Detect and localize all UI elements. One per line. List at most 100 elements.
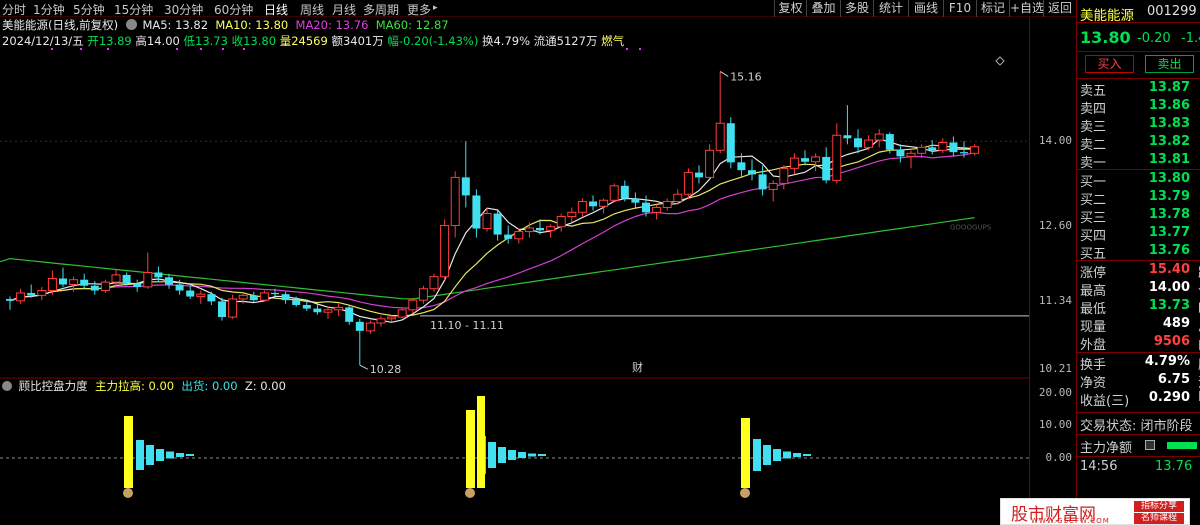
bid-value: 13.76 <box>1148 243 1190 258</box>
indicator-burst-1-out-bar <box>176 453 184 457</box>
indicator-header: 顾比控盘力度 主力拉高: 0.00 出货: 0.00 Z: 0.00 <box>2 379 286 393</box>
signal-dot <box>80 48 82 50</box>
candle-body <box>652 206 662 213</box>
bar-volume: 量24569 <box>279 34 328 48</box>
stat2-value: 6.75 <box>1157 372 1190 387</box>
stat2-value: 4.79% <box>1144 354 1190 369</box>
candle-body <box>536 227 544 231</box>
candle-body <box>748 170 756 175</box>
net-flow-label[interactable]: 主力净额 <box>1080 437 1132 456</box>
candle-body <box>376 318 386 324</box>
stat2-label: 净资 <box>1080 376 1107 391</box>
candle-body <box>334 306 344 311</box>
ask-value: 13.86 <box>1148 98 1190 113</box>
stat-value: 13.73 <box>1148 298 1190 313</box>
site-watermark: 股市财富网 指标分享 名师课程 WWW.GSCFW.COM <box>1000 498 1190 525</box>
kline-chart[interactable]: 15.16 10.28 11.10 - 11.11 财 GOOOGUPS <box>0 48 1029 525</box>
candle-body <box>196 293 206 298</box>
sell-button[interactable]: 卖出 <box>1145 55 1194 73</box>
candle-body <box>906 152 916 157</box>
toolbar-button-5[interactable]: F10 <box>943 0 976 17</box>
period-tab-5[interactable]: 60分钟 <box>214 1 253 18</box>
candle-body <box>620 185 629 199</box>
low-price-label: 10.28 <box>370 363 402 376</box>
stat-value: 489 <box>1162 316 1190 331</box>
ask-value: 13.83 <box>1148 116 1190 131</box>
toolbar-button-2[interactable]: 多股 <box>840 0 873 17</box>
signal-dot <box>107 48 109 50</box>
high-price-label: 15.16 <box>730 70 762 83</box>
period-tab-0[interactable]: 分时 <box>2 1 26 18</box>
candle-body <box>917 146 927 154</box>
bid-value: 13.79 <box>1148 189 1190 204</box>
candle-body <box>323 309 333 313</box>
settings-gear-icon[interactable] <box>125 19 137 30</box>
indicator-burst-2-main-bar-tall <box>477 396 485 488</box>
stat-row: 现量489总 <box>1080 316 1200 335</box>
stat-value: 9506 <box>1153 334 1190 349</box>
toolbar-button-0[interactable]: 复权 <box>774 0 806 17</box>
indicator-burst-1-out-bar <box>136 440 144 470</box>
period-tab-2[interactable]: 5分钟 <box>73 1 105 18</box>
bid-row: 买一 13.80 <box>1080 171 1200 190</box>
bid-label: 买三 <box>1080 211 1107 226</box>
candle-body <box>345 307 354 322</box>
period-tab-6[interactable]: 日线 <box>264 1 288 18</box>
candle-body <box>133 283 142 287</box>
candle-body <box>355 321 364 331</box>
candle-body <box>928 147 937 151</box>
candle-body <box>228 298 238 318</box>
period-tab-1[interactable]: 1分钟 <box>33 1 65 18</box>
candle-body <box>599 199 609 207</box>
low-marker-line <box>359 364 369 370</box>
candle-body <box>397 309 407 318</box>
indicator-settings-icon[interactable] <box>2 381 12 391</box>
candle-body <box>461 177 470 196</box>
candle-body <box>238 294 248 300</box>
bar-amount: 额3401万 <box>331 34 384 48</box>
period-toolbar: 分时 1分钟 5分钟 15分钟 30分钟 60分钟 日线 周线 月线 多周期 更多 ▸ 复权 叠加 多股 统计… <box>0 0 1076 17</box>
period-tab-3[interactable]: 15分钟 <box>114 1 153 18</box>
candle-body <box>165 277 173 285</box>
indicator-name[interactable]: 顾比控盘力度 <box>19 379 88 393</box>
more-arrow-icon[interactable]: ▸ <box>433 3 438 13</box>
candle-body <box>186 290 195 297</box>
ask-label: 卖三 <box>1080 120 1107 135</box>
stat-value: 15.40 <box>1148 262 1190 277</box>
candle-body <box>726 123 735 163</box>
bar-high: 高14.00 <box>135 34 180 48</box>
grid-icon[interactable] <box>1145 440 1155 450</box>
watermark-tag-1: 指标分享 <box>1134 501 1184 512</box>
period-tab-9[interactable]: 多周期 <box>363 1 399 18</box>
toolbar-button-6[interactable]: 标记 <box>976 0 1009 17</box>
quote-stock-name: 美能能源 <box>1080 8 1134 24</box>
candle-body <box>642 202 650 213</box>
period-tab-8[interactable]: 月线 <box>332 1 356 18</box>
indicator-burst-1-out-bar <box>146 445 154 465</box>
stock-title: 美能能源(日线,前复权) <box>2 18 119 32</box>
toolbar-button-4[interactable]: 画线 <box>908 0 943 17</box>
concept-tag[interactable]: 燃气 <box>601 34 624 48</box>
candle-body <box>365 322 375 332</box>
candle-body <box>737 162 746 171</box>
period-tab-4[interactable]: 30分钟 <box>164 1 203 18</box>
stat-row: 最高14.00今 <box>1080 280 1200 299</box>
diamond-icon <box>995 56 1005 66</box>
indicator-burst-1-out-bar <box>156 449 164 461</box>
toolbar-button-3[interactable]: 统计 <box>873 0 908 17</box>
period-tab-7[interactable]: 周线 <box>300 1 324 18</box>
candle-body <box>949 142 958 153</box>
signal-dot <box>51 48 53 50</box>
indicator-burst-3-out-bar <box>783 451 791 459</box>
stat2-row: 净资6.75流 <box>1080 372 1200 391</box>
period-tab-10[interactable]: 更多 <box>407 1 431 18</box>
toolbar-button-8[interactable]: 返回 <box>1043 0 1076 17</box>
toolbar-button-7[interactable]: +自选 <box>1009 0 1044 17</box>
last-trade-time: 14:56 <box>1080 459 1118 474</box>
candle-body <box>567 211 577 218</box>
indicator-tick: 20.00 <box>1038 386 1072 399</box>
buy-button[interactable]: 买入 <box>1085 55 1134 73</box>
ma20-value: MA20: 13.76 <box>295 18 369 32</box>
candle-body <box>27 292 36 296</box>
toolbar-button-1[interactable]: 叠加 <box>806 0 840 17</box>
